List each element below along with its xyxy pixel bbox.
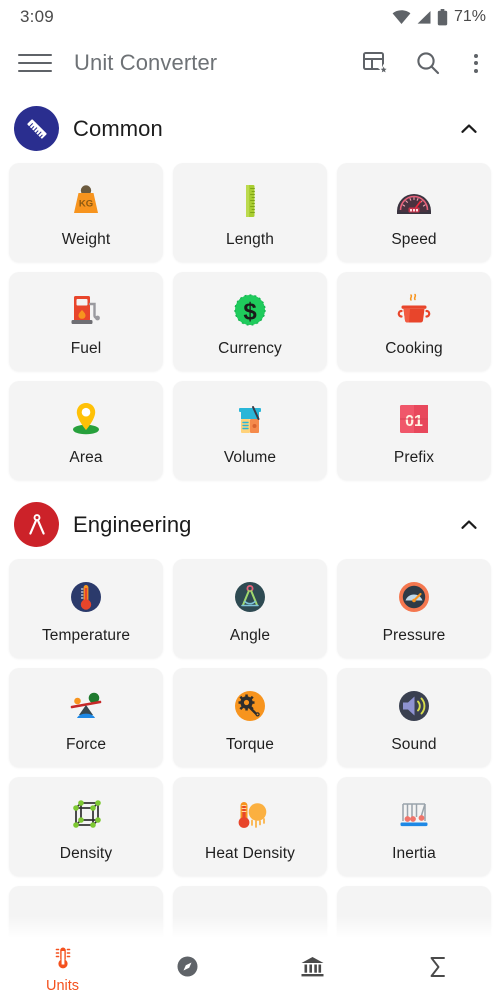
card-volume[interactable]: Volume [173,381,327,480]
wifi-icon [392,9,411,24]
newtons-cradle-icon [392,791,436,839]
nav-label-units: Units [45,977,80,994]
section-title-common: Common [73,115,163,141]
card-label: Cooking [385,339,443,357]
signal-icon [417,10,431,24]
speaker-volume-icon [392,682,436,730]
svg-text:01: 01 [405,413,423,430]
beaker-icon [228,395,272,443]
map-pin-icon [64,395,108,443]
card-prefix[interactable]: 01 Prefix [337,381,491,480]
dollar-coin-icon: $ [228,286,272,334]
favorites-table-icon[interactable] [360,48,390,78]
search-icon[interactable] [414,49,442,77]
card-label: Temperature [41,626,131,644]
card-cooking[interactable]: Cooking [337,272,491,371]
card-label: Pressure [382,626,446,644]
molecule-cube-icon [64,791,108,839]
card-grid-common-row2: Fuel $ Currency Cooking [0,272,500,371]
chevron-up-icon[interactable] [456,116,482,142]
card-grid-engineering-row3: Density Heat Density Inertia [0,777,500,876]
card-temperature[interactable]: Temperature [9,559,163,658]
card-label: Area [69,448,103,466]
flip-counter-01-icon: 01 [392,395,436,443]
page-title: Unit Converter [74,50,218,75]
thermometer-units-icon [50,945,76,976]
seesaw-balance-icon [64,682,108,730]
sigma-math-icon [425,954,451,985]
protractor-compass-icon [228,573,272,621]
card-grid-engineering-row2: Force Torque Sound [0,668,500,767]
thermometer-sun-icon [228,791,272,839]
scroll-content[interactable]: Common KG Weight Length Speed Fuel $ Cur… [0,92,500,1000]
card-currency[interactable]: $ Currency [173,272,327,371]
compass-divider-icon [14,502,59,547]
card-label: Fuel [70,339,102,357]
svg-text:KG: KG [79,198,93,209]
card-label: Sound [391,735,437,753]
speedometer-icon [392,177,436,225]
card-grid-engineering-row1: Temperature Angle Pressure [0,559,500,658]
compass-icon [175,954,200,984]
thermometer-icon [64,573,108,621]
ruler-length-icon [228,177,272,225]
card-pressure[interactable]: Pressure [337,559,491,658]
wrench-gear-icon [228,682,272,730]
section-header-engineering[interactable]: Engineering [0,480,500,559]
app-bar-actions [360,48,486,78]
card-label: Volume [223,448,277,466]
chevron-up-icon[interactable] [456,512,482,538]
nav-item-currency[interactable] [250,938,375,1000]
card-fuel[interactable]: Fuel [9,272,163,371]
card-grid-common-row3: Area Volume 01 Prefix [0,381,500,480]
card-label: Inertia [392,844,436,862]
card-torque[interactable]: Torque [173,668,327,767]
section-header-common[interactable]: Common [0,92,500,163]
card-angle[interactable]: Angle [173,559,327,658]
card-label: Force [65,735,107,753]
status-bar: 3:09 71% [0,0,500,34]
ruler-icon [14,106,59,151]
card-label: Prefix [393,448,435,466]
card-label: Heat Density [205,844,295,862]
card-label: Angle [229,626,271,644]
section-title-engineering: Engineering [73,511,192,537]
card-length[interactable]: Length [173,163,327,262]
nav-item-compass[interactable] [125,938,250,1000]
hamburger-menu-icon[interactable] [18,46,52,80]
bottom-navigation: Units [0,938,500,1000]
card-grid-common-row1: KG Weight Length Speed [0,163,500,262]
pressure-gauge-icon [392,573,436,621]
card-label: Weight [61,230,111,248]
card-force[interactable]: Force [9,668,163,767]
bank-currency-icon [299,954,326,984]
weight-kg-icon: KG [64,177,108,225]
status-indicators: 71% [392,8,486,26]
svg-text:$: $ [243,298,257,325]
card-weight[interactable]: KG Weight [9,163,163,262]
battery-percent: 71% [453,8,486,25]
card-inertia[interactable]: Inertia [337,777,491,876]
battery-icon [437,8,448,25]
app-bar: Unit Converter [0,34,500,92]
card-label: Density [59,844,113,862]
card-speed[interactable]: Speed [337,163,491,262]
cooking-pot-icon [392,286,436,334]
card-label: Torque [226,735,274,753]
card-area[interactable]: Area [9,381,163,480]
status-clock: 3:09 [20,7,54,26]
app-root: 3:09 71% Unit Converter Common KG Weight… [0,0,500,1000]
card-label: Currency [218,339,282,357]
nav-item-math[interactable] [375,938,500,1000]
overflow-menu-icon[interactable] [466,50,486,77]
card-heat-density[interactable]: Heat Density [173,777,327,876]
card-label: Speed [391,230,437,248]
fuel-pump-icon [64,286,108,334]
card-label: Length [225,230,274,248]
card-density[interactable]: Density [9,777,163,876]
card-sound[interactable]: Sound [337,668,491,767]
nav-item-units[interactable]: Units [0,938,125,1000]
